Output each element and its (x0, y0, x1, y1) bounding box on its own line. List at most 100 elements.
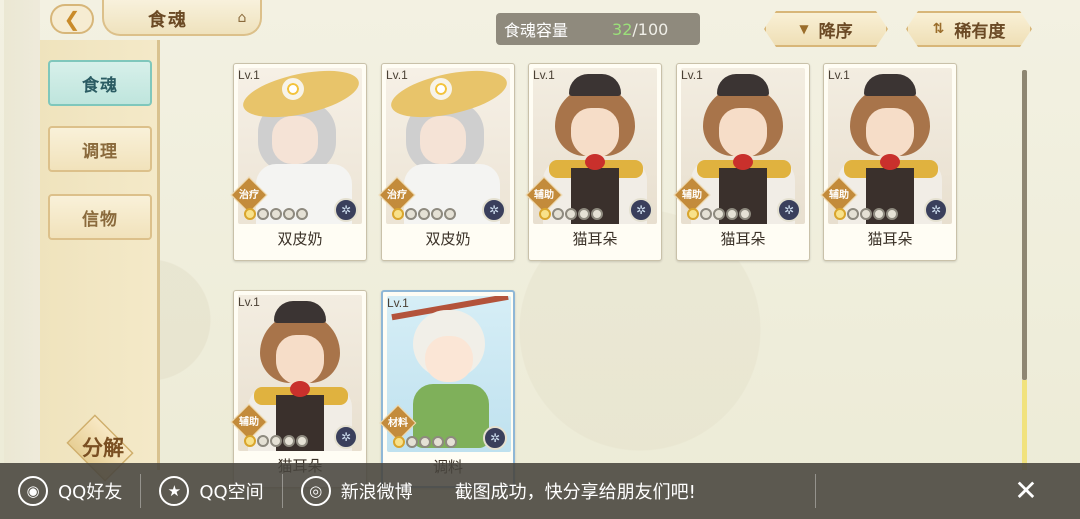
sidebar-item-tiaoli[interactable]: 调理 (48, 126, 152, 172)
star-icon (419, 436, 431, 448)
sidebar-item-label: 调理 (82, 141, 118, 162)
food-soul-card[interactable]: Lv.1 辅助 ✲ 猫耳朵 (673, 63, 810, 261)
sidebar-item-label: 食魂 (82, 75, 118, 96)
sidebar-item-shihun[interactable]: 食魂 (48, 60, 152, 106)
element-icon: ✲ (334, 425, 358, 449)
star-rating (687, 208, 751, 220)
star-rating (244, 208, 308, 220)
card-name: 猫耳朵 (572, 230, 618, 248)
star-icon (591, 208, 603, 220)
star-rating (393, 436, 457, 448)
triangle-down-icon: ▼ (799, 22, 809, 36)
role-label: 辅助 (682, 190, 702, 201)
role-label: 辅助 (829, 190, 849, 201)
card-name: 猫耳朵 (720, 230, 766, 248)
weibo-icon: ◎ (300, 476, 331, 506)
star-icon (431, 208, 443, 220)
star-icon (296, 435, 308, 447)
level-label: Lv.1 (386, 68, 408, 82)
star-icon (700, 208, 712, 220)
food-soul-card[interactable]: Lv.1辅助✲猫耳朵 (525, 63, 662, 261)
role-label: 治疗 (239, 190, 259, 201)
role-label: 辅助 (239, 417, 259, 428)
star-icon (283, 435, 295, 447)
food-soul-card[interactable]: Lv.1 辅助 ✲ 猫耳朵 (820, 63, 957, 261)
back-arrow-icon: ❮ (63, 7, 81, 31)
star-icon (565, 208, 577, 220)
food-soul-card[interactable]: Lv.1辅助✲猫耳朵 (230, 290, 367, 488)
star-icon (296, 208, 308, 220)
level-label: Lv.1 (681, 68, 703, 82)
food-soul-card[interactable]: Lv.1 治疗 ✲ 双皮奶 (378, 63, 515, 261)
star-icon (432, 436, 444, 448)
level-label: Lv.1 (238, 295, 260, 309)
element-icon: ✲ (777, 198, 801, 222)
share-weibo-button[interactable]: ◎ 新浪微博 (283, 463, 431, 519)
star-icon (244, 208, 256, 220)
back-button[interactable]: ❮ (50, 4, 94, 34)
close-icon[interactable]: ✕ (1010, 475, 1042, 507)
star-icon (713, 208, 725, 220)
level-label: Lv.1 (387, 296, 409, 310)
sort-rarity-label: 稀有度 (954, 21, 1006, 42)
sort-order-button[interactable]: ▼ 降序 (764, 11, 888, 47)
star-rating (244, 435, 308, 447)
element-icon: ✲ (924, 198, 948, 222)
food-soul-card[interactable]: Lv.1 治疗 ✲ 双皮奶 (230, 63, 367, 261)
level-label: Lv.1 (533, 68, 555, 82)
star-icon (392, 208, 404, 220)
top-bar: ❮ 食魂 ⌂ 食魂容量 32 /100 ▼ 降序 ⇅ 稀有度 (0, 0, 1080, 40)
share-qq-friend-label: QQ好友 (58, 482, 123, 503)
share-bar: ◉ QQ好友 ★ QQ空间 ◎ 新浪微博 截图成功，快分享给朋友们吧! ✕ (0, 463, 1080, 519)
page-title: 食魂 (148, 10, 188, 31)
sort-rarity-button[interactable]: ⇅ 稀有度 (906, 11, 1032, 47)
star-icon (578, 208, 590, 220)
star-icon (405, 208, 417, 220)
card-name: 猫耳朵 (867, 230, 913, 248)
star-icon (393, 436, 405, 448)
element-icon: ✲ (334, 198, 358, 222)
star-icon (726, 208, 738, 220)
role-label: 辅助 (534, 190, 554, 201)
sidebar-item-label: 信物 (82, 209, 118, 230)
star-icon (283, 208, 295, 220)
star-icon (834, 208, 846, 220)
divider (815, 474, 816, 508)
element-icon: ✲ (483, 426, 507, 450)
qq-penguin-icon: ◉ (18, 476, 48, 506)
capacity-max: /100 (632, 19, 669, 39)
pavilion-icon[interactable]: ⌂ (232, 10, 252, 26)
star-icon (418, 208, 430, 220)
capacity-display: 食魂容量 32 /100 (496, 13, 700, 45)
scrollbar-thumb[interactable] (1022, 70, 1027, 380)
level-label: Lv.1 (238, 68, 260, 82)
share-qq-friend-button[interactable]: ◉ QQ好友 (0, 463, 140, 519)
star-icon (270, 435, 282, 447)
share-qq-zone-button[interactable]: ★ QQ空间 (141, 463, 281, 519)
star-icon (687, 208, 699, 220)
star-icon (552, 208, 564, 220)
role-label: 治疗 (387, 190, 407, 201)
star-icon (257, 435, 269, 447)
star-icon (873, 208, 885, 220)
star-icon (406, 436, 418, 448)
star-icon (860, 208, 872, 220)
sort-arrows-icon: ⇅ (932, 21, 945, 37)
capacity-count: 32 (612, 19, 633, 39)
card-name: 双皮奶 (277, 230, 323, 248)
star-icon (539, 208, 551, 220)
card-name: 双皮奶 (425, 230, 471, 248)
food-soul-card[interactable]: Lv.1材料✲调料 (379, 290, 515, 488)
star-icon (847, 208, 859, 220)
star-icon (444, 208, 456, 220)
star-icon (445, 436, 457, 448)
star-icon (244, 435, 256, 447)
scrollbar-end (1022, 380, 1027, 470)
star-icon (886, 208, 898, 220)
star-icon: ★ (159, 476, 190, 506)
sidebar-item-xinwu[interactable]: 信物 (48, 194, 152, 240)
level-label: Lv.1 (828, 68, 850, 82)
role-label: 材料 (388, 418, 408, 429)
share-message: 截图成功，快分享给朋友们吧! (454, 482, 696, 503)
star-rating (539, 208, 603, 220)
